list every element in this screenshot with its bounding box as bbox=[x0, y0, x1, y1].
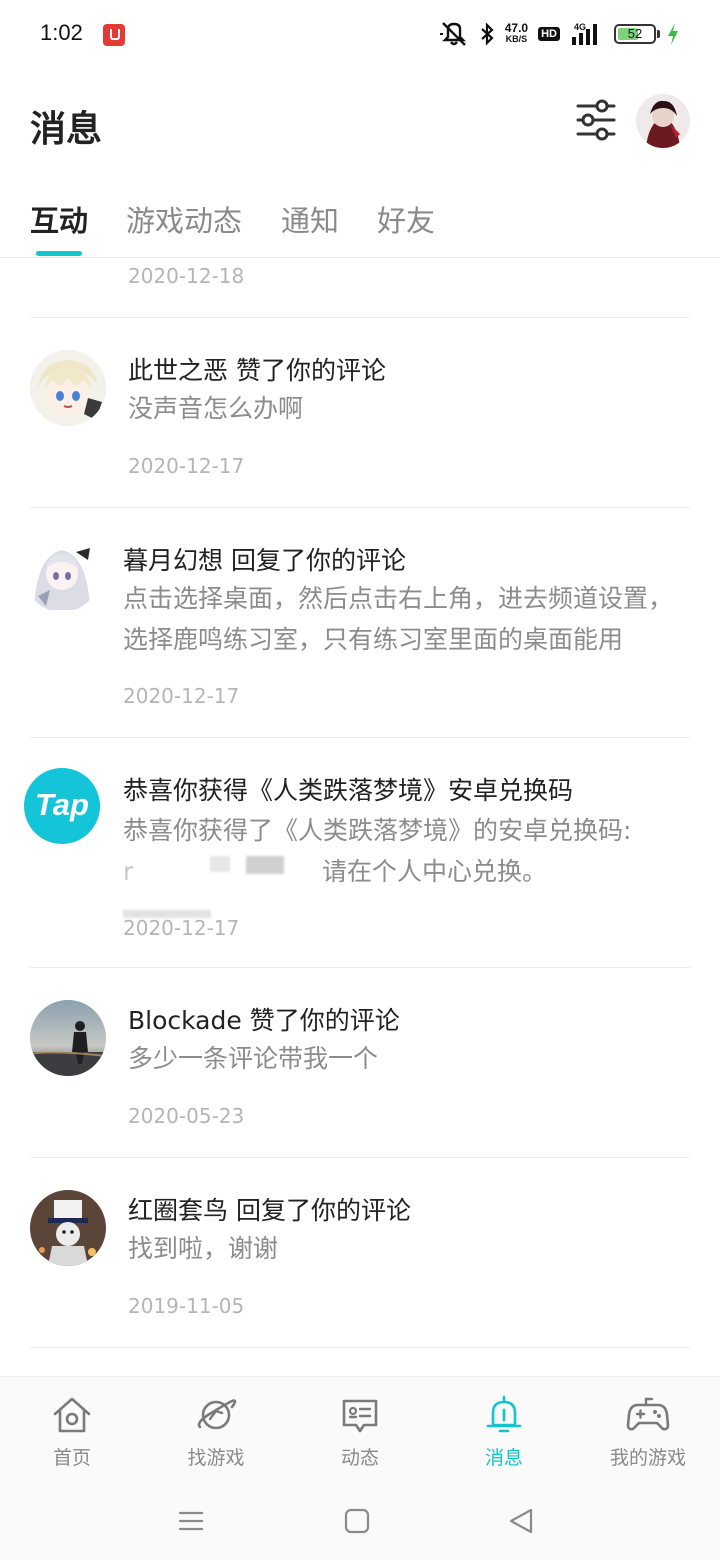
charging-icon bbox=[668, 23, 678, 45]
message-list[interactable]: 2020-12-18 此世之恶 赞了你的评论 没声音怎么办啊 2020-12-1… bbox=[0, 258, 720, 1376]
avatar[interactable] bbox=[636, 94, 690, 148]
home-square-icon[interactable] bbox=[337, 1502, 377, 1542]
header: 消息 bbox=[0, 70, 720, 180]
status-icons: 47.0 KB/S HD 4G 52 bbox=[439, 20, 680, 48]
hd-badge: HD bbox=[538, 27, 560, 41]
message-title: Blockade 赞了你的评论 bbox=[128, 1006, 400, 1035]
list-item[interactable]: Blockade 赞了你的评论 多少一条评论带我一个 2020-05-23 bbox=[0, 968, 720, 1158]
sliders-icon bbox=[576, 99, 616, 141]
message-body: 找到啦，谢谢 bbox=[128, 1234, 279, 1263]
svg-text:4G: 4G bbox=[574, 22, 586, 32]
tab-friends[interactable]: 好友 bbox=[377, 198, 435, 240]
status-time: 1:02 bbox=[40, 20, 83, 45]
divider bbox=[30, 1347, 690, 1348]
system-nav-bar bbox=[0, 1480, 720, 1560]
message-title: 恭喜你获得《人类跌落梦境》安卓兑换码 bbox=[123, 776, 574, 805]
filter-button[interactable] bbox=[572, 98, 620, 142]
message-title: 暮月幻想 回复了你的评论 bbox=[123, 546, 406, 575]
list-item[interactable]: 暮月幻想 回复了你的评论 点击选择桌面，然后点击右上角，进去频道设置，选择鹿鸣练… bbox=[0, 508, 720, 738]
back-triangle-icon[interactable] bbox=[501, 1502, 541, 1542]
tab-notifications[interactable]: 通知 bbox=[281, 198, 339, 240]
message-date: 2020-12-17 bbox=[123, 916, 240, 940]
avatar[interactable] bbox=[30, 1000, 106, 1076]
list-item[interactable]: 此世之恶 赞了你的评论 没声音怎么办啊 2020-12-17 bbox=[0, 318, 720, 508]
app-notification-icon bbox=[103, 24, 125, 46]
planet-icon bbox=[197, 1399, 237, 1430]
mute-icon bbox=[439, 22, 466, 46]
message-body: 恭喜你获得了《人类跌落梦境》的安卓兑换码: bbox=[123, 816, 632, 845]
list-item[interactable]: Tap 恭喜你获得《人类跌落梦境》安卓兑换码 恭喜你获得了《人类跌落梦境》的安卓… bbox=[0, 738, 720, 968]
tab-indicator bbox=[36, 251, 82, 256]
avatar[interactable] bbox=[30, 350, 106, 426]
message-body: 点击选择桌面，然后点击右上角，进去频道设置，选择鹿鸣练习室，只有练习室里面的桌面… bbox=[123, 584, 674, 654]
message-body: 没声音怎么办啊 bbox=[128, 394, 304, 423]
menu-icon[interactable] bbox=[171, 1502, 211, 1542]
signal-icon: 4G bbox=[572, 22, 597, 45]
bluetooth-icon bbox=[481, 22, 494, 46]
message-body: 请在个人中心兑换。 bbox=[322, 857, 548, 886]
battery-icon: 52 bbox=[614, 24, 660, 44]
list-item[interactable]: 红圈套鸟 回复了你的评论 找到啦，谢谢 2019-11-05 bbox=[0, 1158, 720, 1348]
tap-logo[interactable]: Tap bbox=[24, 768, 100, 844]
nav-messages[interactable]: 消息 bbox=[432, 1393, 576, 1470]
list-item-date: 2020-12-18 bbox=[128, 264, 245, 288]
redacted-block bbox=[246, 856, 284, 874]
nav-home[interactable]: 首页 bbox=[0, 1393, 144, 1470]
avatar[interactable] bbox=[24, 536, 100, 612]
nav-find-games[interactable]: 找游戏 bbox=[144, 1393, 288, 1470]
message-title: 此世之恶 赞了你的评论 bbox=[128, 356, 386, 385]
redacted-block bbox=[210, 856, 230, 872]
message-date: 2020-12-17 bbox=[123, 684, 240, 708]
tab-interaction[interactable]: 互动 bbox=[30, 198, 88, 240]
page-title: 消息 bbox=[30, 109, 103, 150]
home-icon bbox=[53, 1397, 91, 1433]
bottom-nav: 首页 找游戏 动态 消息 我的游戏 bbox=[0, 1376, 720, 1480]
message-date: 2019-11-05 bbox=[128, 1294, 245, 1318]
nav-my-games[interactable]: 我的游戏 bbox=[576, 1393, 720, 1470]
nav-feed[interactable]: 动态 bbox=[288, 1393, 432, 1470]
message-date: 2020-12-17 bbox=[128, 454, 245, 478]
gamepad-icon bbox=[626, 1397, 670, 1431]
tab-game-news[interactable]: 游戏动态 bbox=[126, 198, 242, 240]
message-date: 2020-05-23 bbox=[128, 1104, 245, 1128]
tab-bar: 互动 游戏动态 通知 好友 bbox=[0, 180, 720, 258]
feed-icon bbox=[342, 1399, 378, 1433]
redeem-code: r bbox=[123, 857, 134, 886]
message-title: 红圈套鸟 回复了你的评论 bbox=[128, 1196, 411, 1225]
avatar[interactable] bbox=[30, 1190, 106, 1266]
status-bar: 1:02 47.0 KB/S HD 4G 52 bbox=[0, 0, 720, 70]
message-body: 多少一条评论带我一个 bbox=[128, 1044, 379, 1073]
bell-icon bbox=[486, 1395, 522, 1433]
net-speed: 47.0 KB/S bbox=[504, 21, 529, 44]
